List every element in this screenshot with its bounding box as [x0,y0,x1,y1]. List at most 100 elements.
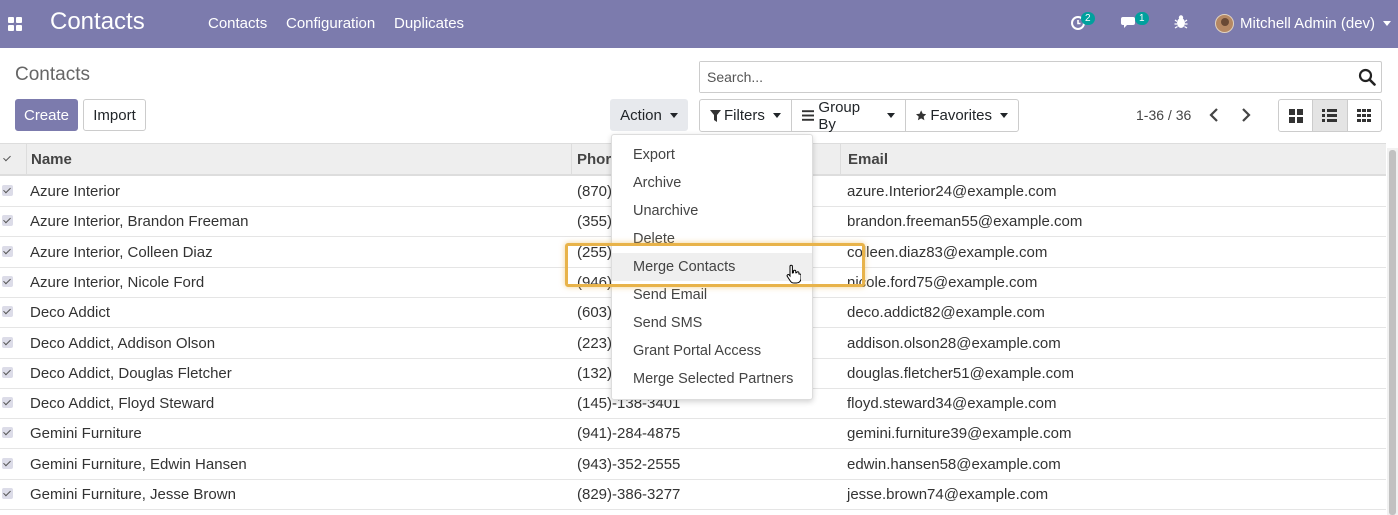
user-name: Mitchell Admin (dev) [1240,15,1376,32]
row-checkbox[interactable] [2,185,13,196]
filter-funnel-icon [710,109,721,122]
select-all-checkbox[interactable] [2,153,13,164]
group-by-label: Group By [818,98,861,133]
row-checkbox[interactable] [2,215,13,227]
merge-contacts-highlight [565,243,865,287]
contact-name: Gemini Furniture, Jesse Brown [30,486,236,503]
filters-button[interactable]: Filters [699,99,792,132]
table-row[interactable]: Gemini Furniture, Jesse Brown (829)-386-3… [0,480,1386,510]
app-brand[interactable]: Contacts [50,8,145,36]
contact-name: Azure Interior [30,183,121,200]
contact-name: Azure Interior, Colleen Diaz [30,243,213,261]
caret-down-icon [772,113,781,118]
column-phone[interactable]: Phor [577,151,611,168]
contact-email: deco.addict82@example.com [847,304,1045,322]
contact-name: Deco Addict [30,304,111,322]
contact-email: azure.Interior24@example.com [847,183,1057,200]
contact-email: brandon.freeman55@example.com [847,213,1083,231]
column-email[interactable]: Email [848,151,888,168]
kanban-icon [1288,108,1303,123]
list-view-button[interactable] [1313,100,1348,131]
contact-phone: (870) [577,183,613,200]
row-checkbox[interactable] [2,275,13,287]
search-box[interactable] [699,61,1382,93]
contact-email: jesse.brown74@example.com [847,486,1049,503]
row-checkbox[interactable] [2,427,13,439]
messages-badge: 1 [1135,12,1149,25]
caret-down-icon [669,112,678,118]
group-by-button[interactable]: Group By [791,98,906,133]
contact-phone: (223) [577,334,613,352]
contact-name: Gemini Furniture, Edwin Hansen [30,455,247,473]
menu-item-send-sms[interactable]: Send SMS [612,309,812,337]
contact-name: Azure Interior, Brandon Freeman [30,213,249,231]
view-switcher [1278,99,1382,132]
filters-label: Filters [724,107,765,124]
contact-email: nicole.ford75@example.com [847,273,1038,291]
chevron-right-icon[interactable] [1237,106,1253,124]
row-checkbox[interactable] [2,336,13,348]
action-button[interactable]: Action [610,99,688,131]
contact-phone: (132) [577,364,613,382]
user-avatar [1215,14,1234,33]
menu-configuration[interactable]: Configuration [286,15,375,32]
hand-cursor-icon [786,264,801,284]
messages-chat-icon[interactable]: 1 [1121,12,1149,34]
list-view-icon [1322,109,1338,122]
caret-down-icon [1383,21,1392,26]
contact-name: Gemini Furniture [30,425,142,443]
contact-email: edwin.hansen58@example.com [847,455,1061,473]
contact-phone: (943)-352-2555 [577,455,681,473]
contact-email: addison.olson28@example.com [847,334,1061,352]
row-checkbox[interactable] [2,366,13,378]
row-checkbox[interactable] [2,245,13,257]
scrollbar-thumb[interactable] [1389,150,1396,515]
star-icon [916,110,927,121]
row-checkbox[interactable] [2,457,13,469]
contact-phone: (603) [577,304,613,322]
user-menu[interactable]: Mitchell Admin (dev) [1215,14,1392,33]
debug-bug-icon[interactable] [1174,14,1194,34]
import-button[interactable]: Import [83,99,146,131]
top-navbar: Contacts Contacts Configuration Duplicat… [0,0,1398,48]
menu-item-export[interactable]: Export [612,141,812,169]
search-icon[interactable] [1358,68,1376,86]
activity-badge: 2 [1081,12,1095,25]
favorites-button[interactable]: Favorites [905,99,1019,132]
search-input[interactable] [700,62,1340,92]
apps-menu-icon[interactable] [8,17,22,31]
menu-item-merge-selected-partners[interactable]: Merge Selected Partners [612,365,812,393]
caret-down-icon [887,113,895,118]
row-checkbox[interactable] [2,306,13,318]
row-checkbox[interactable] [2,397,13,409]
list-bars-icon [802,110,815,121]
menu-duplicates[interactable]: Duplicates [394,15,464,32]
contact-phone: (355) [577,213,613,231]
menu-contacts[interactable]: Contacts [208,15,267,32]
contact-phone: (941)-284-4875 [577,425,681,443]
action-label: Action [620,106,662,124]
table-row[interactable]: Gemini Furniture, Edwin Hansen (943)-352-… [0,450,1386,480]
menu-item-grant-portal-access[interactable]: Grant Portal Access [612,337,812,365]
table-row[interactable]: Gemini Furniture (941)-284-4875 gemini.fur… [0,419,1386,450]
row-checkbox[interactable] [2,488,13,499]
contact-email: gemini.furniture39@example.com [847,425,1072,443]
activity-clock-icon[interactable]: 2 [1070,12,1095,34]
contact-name: Azure Interior, Nicole Ford [30,273,205,291]
create-button[interactable]: Create [15,99,78,131]
favorites-label: Favorites [930,107,992,124]
contact-email: douglas.fletcher51@example.com [847,364,1075,382]
grid-view-button[interactable] [1348,100,1381,131]
chevron-left-icon[interactable] [1207,106,1223,124]
contact-phone: (829)-386-3277 [577,486,681,503]
menu-item-unarchive[interactable]: Unarchive [612,197,812,225]
menu-item-archive[interactable]: Archive [612,169,812,197]
pager-value[interactable]: 1-36 / 36 [1136,107,1191,123]
grid-icon [1357,109,1372,122]
contact-email: floyd.steward34@example.com [847,395,1057,413]
contact-name: Deco Addict, Douglas Fletcher [30,364,232,382]
contact-name: Deco Addict, Addison Olson [30,334,216,352]
kanban-view-button[interactable] [1279,100,1314,131]
contact-email: colleen.diaz83@example.com [847,243,1048,261]
column-name[interactable]: Name [31,151,72,168]
